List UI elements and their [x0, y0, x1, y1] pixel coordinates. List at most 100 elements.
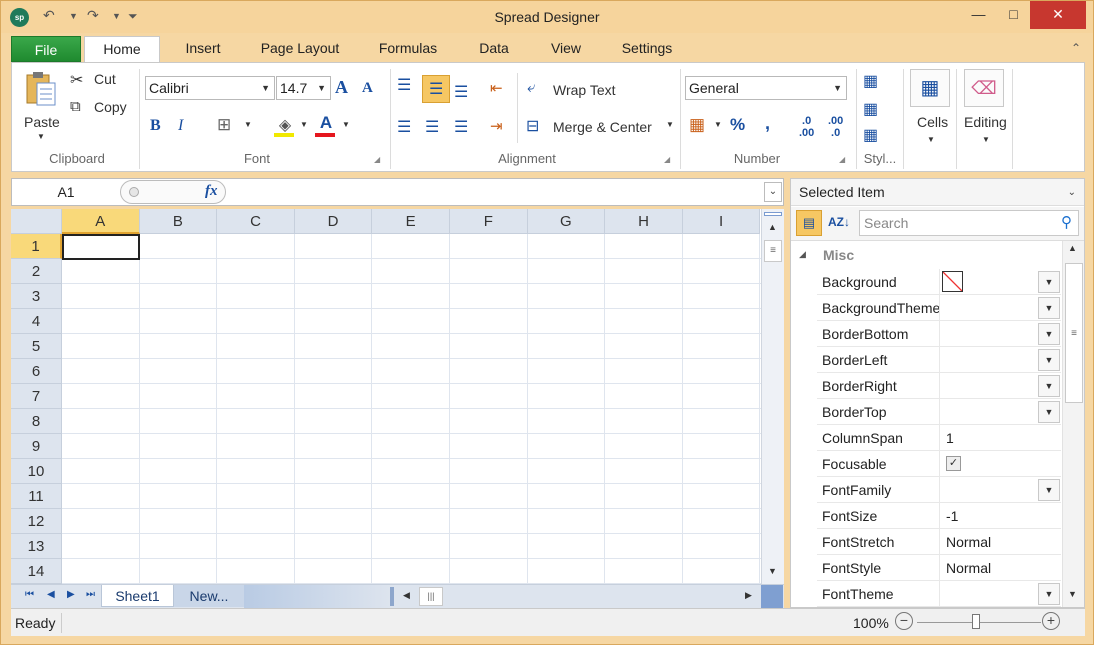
chevron-down-icon[interactable]: ▼ [1038, 583, 1060, 605]
hscroll-thumb[interactable]: ||| [419, 587, 443, 606]
name-box[interactable]: A1 [12, 179, 120, 205]
property-row-columnspan[interactable]: ColumnSpan 1 [817, 425, 1061, 451]
fill-color-icon[interactable]: ◈ [274, 115, 296, 137]
categorized-view-icon[interactable]: ▤ [796, 210, 822, 236]
chevron-down-icon[interactable]: ▼ [1038, 375, 1060, 397]
merge-center-icon[interactable]: ⊟ [526, 116, 539, 136]
zoom-in-icon[interactable]: + [1042, 612, 1060, 630]
copy-button[interactable]: Copy [94, 99, 127, 115]
property-row-fontstyle[interactable]: FontStyle Normal [817, 555, 1061, 581]
row-header-2[interactable]: 2 [11, 259, 62, 284]
alignment-dialog-launcher-icon[interactable]: ◢ [664, 155, 670, 164]
panel-header[interactable]: Selected Item ⌄ [791, 179, 1084, 206]
select-all-corner[interactable] [11, 209, 62, 234]
column-header-a[interactable]: A [62, 209, 140, 234]
chevron-down-icon[interactable]: ▼ [1038, 323, 1060, 345]
decrease-font-icon[interactable]: A [362, 80, 373, 97]
property-search-input[interactable]: Search ⚲ [859, 210, 1079, 236]
tab-page-layout[interactable]: Page Layout [251, 36, 349, 63]
row-header-3[interactable]: 3 [11, 284, 62, 309]
column-header-e[interactable]: E [372, 209, 450, 234]
scroll-thumb[interactable]: ≡ [1065, 263, 1083, 403]
property-row-fonttheme[interactable]: FontTheme ▼ [817, 581, 1061, 607]
font-size-select[interactable]: 14.7 ▼ [276, 76, 331, 100]
chevron-down-icon[interactable]: ▼ [1038, 479, 1060, 501]
conditional-format-icon[interactable]: ▦ [863, 71, 878, 91]
tab-splitter[interactable] [390, 587, 394, 606]
column-header-f[interactable]: F [450, 209, 528, 234]
property-value[interactable]: ▼ [939, 321, 1061, 347]
tab-settings[interactable]: Settings [611, 36, 683, 63]
scroll-down-icon[interactable]: ▼ [768, 566, 777, 576]
property-row-borderright[interactable]: BorderRight ▼ [817, 373, 1061, 399]
property-row-fontsize[interactable]: FontSize -1 [817, 503, 1061, 529]
row-header-4[interactable]: 4 [11, 309, 62, 334]
spreadsheet-grid[interactable]: A B C D E F G H I 1 2 3 4 5 6 7 8 9 10 11 12 13 14 [11, 209, 761, 584]
collapse-ribbon-icon[interactable]: ⌃ [1071, 41, 1081, 55]
percent-button[interactable]: % [730, 115, 745, 135]
chevron-down-icon[interactable]: ▼ [1038, 271, 1060, 293]
active-cell[interactable] [62, 234, 140, 260]
zoom-out-icon[interactable]: − [895, 612, 913, 630]
comma-button[interactable]: , [765, 113, 770, 134]
decrease-indent-icon[interactable]: ⇤ [490, 79, 503, 97]
row-header-10[interactable]: 10 [11, 459, 62, 484]
currency-dropdown-icon[interactable]: ▼ [714, 120, 722, 129]
collapse-category-icon[interactable]: ◢ [799, 249, 806, 260]
column-header-b[interactable]: B [139, 209, 218, 234]
property-value[interactable]: ▼ [939, 399, 1061, 425]
wrap-text-button[interactable]: Wrap Text [553, 82, 616, 98]
font-color-dropdown-icon[interactable]: ▼ [342, 120, 350, 129]
align-bottom-icon[interactable]: ☰ [454, 82, 468, 102]
property-value[interactable]: ▼ [939, 373, 1061, 399]
column-header-d[interactable]: D [294, 209, 373, 234]
currency-icon[interactable]: ▦ [689, 115, 705, 135]
italic-icon[interactable]: I [178, 117, 183, 135]
align-top-icon[interactable]: ☰ [397, 75, 411, 95]
property-value[interactable]: 1 [939, 425, 1061, 451]
tab-data[interactable]: Data [469, 36, 519, 63]
decrease-decimal-icon[interactable]: .00.0 [828, 115, 843, 139]
row-header-14[interactable]: 14 [11, 559, 62, 584]
chevron-down-icon[interactable]: ⌄ [1068, 179, 1076, 206]
zoom-slider-thumb[interactable] [972, 614, 980, 629]
wrap-text-icon[interactable]: ⤶ [527, 79, 535, 96]
cut-button[interactable]: Cut [94, 71, 116, 87]
align-center-icon[interactable]: ☰ [425, 117, 439, 137]
tab-formulas[interactable]: Formulas [368, 36, 448, 63]
borders-dropdown-icon[interactable]: ▼ [244, 120, 252, 129]
property-value[interactable]: ▼ [939, 269, 1061, 295]
row-header-8[interactable]: 8 [11, 409, 62, 434]
paste-button[interactable] [20, 69, 60, 107]
row-header-11[interactable]: 11 [11, 484, 62, 509]
tab-file[interactable]: File [11, 36, 81, 62]
align-right-icon[interactable]: ☰ [454, 117, 468, 137]
row-header-7[interactable]: 7 [11, 384, 62, 409]
chevron-down-icon[interactable]: ▼ [1038, 401, 1060, 423]
column-header-h[interactable]: H [605, 209, 683, 234]
paste-dropdown-icon[interactable]: ▼ [37, 132, 45, 141]
number-format-select[interactable]: General ▼ [685, 76, 847, 100]
next-sheet-icon[interactable]: ▶ [67, 589, 75, 600]
increase-font-icon[interactable]: A [335, 77, 348, 98]
font-family-select[interactable]: Calibri ▼ [145, 76, 275, 100]
property-row-background[interactable]: Background ▼ [817, 269, 1061, 295]
property-scrollbar[interactable]: ▲ ≡ ▼ [1062, 241, 1084, 607]
scroll-thumb[interactable]: ≡ [764, 240, 782, 262]
borders-icon[interactable]: ⊞ [217, 115, 231, 135]
close-button[interactable]: ✕ [1030, 1, 1086, 29]
row-header-12[interactable]: 12 [11, 509, 62, 534]
property-value[interactable]: -1 [939, 503, 1061, 529]
row-header-1[interactable]: 1 [11, 234, 62, 259]
row-header-13[interactable]: 13 [11, 534, 62, 559]
chevron-down-icon[interactable]: ▼ [1038, 349, 1060, 371]
column-header-g[interactable]: G [527, 209, 606, 234]
focusable-checkbox[interactable]: ✓ [946, 456, 961, 471]
editing-button[interactable]: ⌫ [964, 69, 1004, 107]
sheet-tab-sheet1[interactable]: Sheet1 [101, 585, 174, 607]
cells-dropdown-icon[interactable]: ▼ [927, 135, 935, 144]
property-row-focusable[interactable]: Focusable ✓ [817, 451, 1061, 477]
property-row-borderleft[interactable]: BorderLeft ▼ [817, 347, 1061, 373]
format-table-icon[interactable]: ▦ [863, 99, 878, 119]
editing-dropdown-icon[interactable]: ▼ [982, 135, 990, 144]
